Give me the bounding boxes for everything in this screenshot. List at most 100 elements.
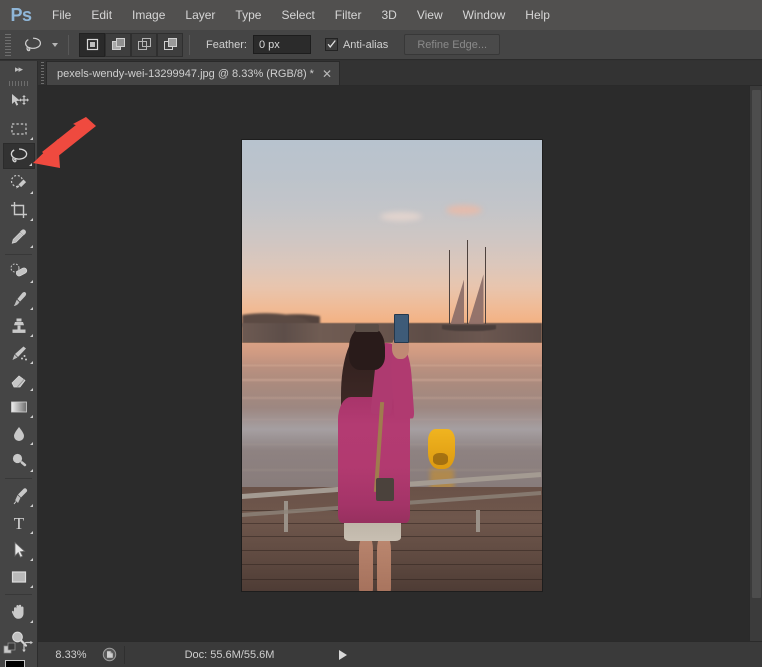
double-chevron-right-icon[interactable]: ▸▸ bbox=[0, 61, 37, 77]
flyout-triangle-icon bbox=[29, 245, 33, 248]
selection-mode-group bbox=[79, 32, 183, 57]
flyout-triangle-icon bbox=[29, 531, 33, 534]
default-colors-icon[interactable] bbox=[3, 642, 17, 661]
photo-content bbox=[242, 140, 542, 591]
options-bar-grip[interactable] bbox=[2, 33, 14, 56]
flyout-triangle-icon bbox=[29, 442, 33, 445]
flyout-triangle-icon bbox=[29, 191, 33, 194]
feather-input[interactable]: 0 px bbox=[252, 35, 311, 54]
tools-panel-grip[interactable] bbox=[8, 77, 29, 89]
menu-item-window[interactable]: Window bbox=[453, 0, 516, 30]
hand-tool[interactable] bbox=[3, 599, 35, 625]
woman-head bbox=[348, 324, 385, 370]
feather-label: Feather: bbox=[206, 38, 247, 51]
document-size-info: Doc: 55.6M/55.6M bbox=[124, 645, 334, 664]
tools-divider-2 bbox=[5, 478, 32, 479]
vertical-scrollbar[interactable] bbox=[749, 86, 762, 641]
menu-item-view[interactable]: View bbox=[407, 0, 453, 30]
swap-colors-icon[interactable] bbox=[21, 640, 35, 659]
flyout-triangle-icon bbox=[29, 504, 33, 507]
eraser-tool[interactable] bbox=[3, 367, 35, 393]
menu-item-layer[interactable]: Layer bbox=[175, 0, 225, 30]
dodge-tool[interactable] bbox=[3, 448, 35, 474]
color-swatches bbox=[0, 640, 38, 667]
document-icon[interactable] bbox=[98, 646, 120, 664]
flyout-triangle-icon bbox=[28, 163, 32, 166]
type-tool[interactable]: T bbox=[3, 510, 35, 536]
clone-stamp-tool[interactable] bbox=[3, 313, 35, 339]
flyout-triangle-icon bbox=[29, 585, 33, 588]
history-brush-tool[interactable] bbox=[3, 340, 35, 366]
antialias-checkbox-group[interactable]: Anti-alias bbox=[324, 38, 389, 51]
buoy-marking bbox=[432, 453, 448, 465]
refine-edge-button[interactable]: Refine Edge... bbox=[404, 34, 501, 55]
svg-text:T: T bbox=[13, 514, 24, 533]
lasso-tool[interactable] bbox=[2, 143, 35, 169]
flyout-triangle-icon bbox=[29, 137, 33, 140]
add-to-selection-button[interactable] bbox=[105, 32, 131, 57]
menu-item-image[interactable]: Image bbox=[122, 0, 175, 30]
menu-item-file[interactable]: File bbox=[42, 0, 81, 30]
rectangle-tool[interactable] bbox=[3, 564, 35, 590]
woman-leg-left bbox=[359, 539, 373, 591]
menu-item-select[interactable]: Select bbox=[271, 0, 324, 30]
lasso-icon[interactable] bbox=[18, 33, 48, 57]
options-divider-2 bbox=[189, 34, 190, 55]
flyout-triangle-icon bbox=[29, 558, 33, 561]
brush-tool[interactable] bbox=[3, 286, 35, 312]
play-triangle-icon[interactable] bbox=[334, 646, 352, 664]
menu-item-type[interactable]: Type bbox=[225, 0, 271, 30]
antialias-label: Anti-alias bbox=[342, 38, 389, 51]
path-selection-tool[interactable] bbox=[3, 537, 35, 563]
eyedropper-tool[interactable] bbox=[3, 224, 35, 250]
woman-leg-right bbox=[377, 539, 391, 591]
close-icon[interactable]: ✕ bbox=[322, 68, 332, 80]
quick-selection-tool[interactable] bbox=[3, 170, 35, 196]
shoulder-bag bbox=[375, 478, 394, 501]
flyout-triangle-icon bbox=[29, 361, 33, 364]
menu-item-help[interactable]: Help bbox=[515, 0, 560, 30]
rectangular-marquee-tool[interactable] bbox=[3, 116, 35, 142]
canvas-area[interactable] bbox=[38, 86, 762, 641]
tools-divider-3 bbox=[5, 594, 32, 595]
flyout-triangle-icon bbox=[29, 469, 33, 472]
flyout-triangle-icon bbox=[29, 307, 33, 310]
tools-divider-1 bbox=[5, 254, 32, 255]
flyout-triangle-icon bbox=[29, 334, 33, 337]
smartphone bbox=[393, 313, 409, 343]
menu-bar: Ps File Edit Image Layer Type Select Filter 3D V… bbox=[0, 0, 762, 30]
crop-tool[interactable] bbox=[3, 197, 35, 223]
tools-panel: ▸▸ T bbox=[0, 61, 38, 667]
sunglasses bbox=[354, 324, 379, 332]
document-tab-label: pexels-wendy-wei-13299947.jpg @ 8.33% (R… bbox=[57, 67, 314, 80]
foreground-color-swatch[interactable] bbox=[5, 660, 25, 667]
document-tab-bar: pexels-wendy-wei-13299947.jpg @ 8.33% (R… bbox=[38, 60, 762, 86]
document-tab[interactable]: pexels-wendy-wei-13299947.jpg @ 8.33% (R… bbox=[46, 61, 341, 85]
pen-tool[interactable] bbox=[3, 483, 35, 509]
menu-item-3d[interactable]: 3D bbox=[371, 0, 406, 30]
flyout-triangle-icon bbox=[29, 388, 33, 391]
spot-healing-brush-tool[interactable] bbox=[3, 259, 35, 285]
flyout-triangle-icon bbox=[29, 415, 33, 418]
tool-preset-chevron-down-icon[interactable] bbox=[48, 33, 62, 57]
document-image[interactable] bbox=[242, 140, 542, 591]
new-selection-button[interactable] bbox=[79, 32, 105, 57]
move-tool[interactable] bbox=[3, 89, 35, 115]
flyout-triangle-icon bbox=[29, 620, 33, 623]
sailboat bbox=[437, 240, 512, 343]
intersect-with-selection-button[interactable] bbox=[157, 32, 183, 57]
photoshop-window: Ps File Edit Image Layer Type Select Filter 3D V… bbox=[0, 0, 762, 667]
blur-tool[interactable] bbox=[3, 421, 35, 447]
menu-item-filter[interactable]: Filter bbox=[325, 0, 372, 30]
antialias-checkbox[interactable] bbox=[324, 38, 338, 51]
check-icon bbox=[327, 40, 336, 48]
tab-bar-grip[interactable] bbox=[39, 60, 46, 85]
vertical-scrollbar-thumb[interactable] bbox=[752, 90, 761, 598]
subtract-from-selection-button[interactable] bbox=[131, 32, 157, 57]
zoom-level-input[interactable]: 8.33% bbox=[44, 646, 98, 664]
options-bar: Feather: 0 px Anti-alias Refine Edge... bbox=[0, 30, 762, 60]
photoshop-logo: Ps bbox=[10, 4, 32, 25]
menu-item-edit[interactable]: Edit bbox=[81, 0, 122, 30]
flyout-triangle-icon bbox=[29, 280, 33, 283]
gradient-tool[interactable] bbox=[3, 394, 35, 420]
